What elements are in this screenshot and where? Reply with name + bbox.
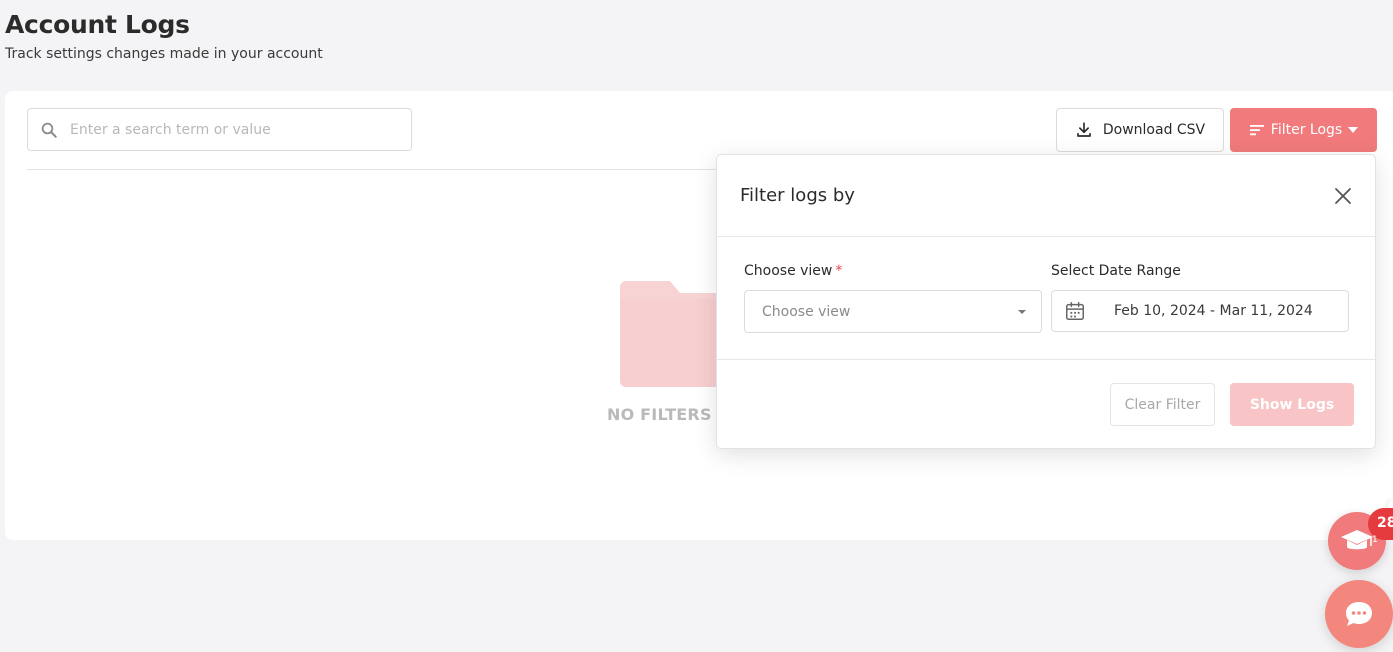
filter-logs-label: Filter Logs [1270, 122, 1343, 138]
chat-bubble-icon [1346, 602, 1372, 626]
show-logs-button[interactable]: Show Logs [1230, 383, 1354, 426]
filter-logs-button[interactable]: Filter Logs [1230, 108, 1377, 152]
notification-badge-sub: 1 [1372, 535, 1378, 545]
clear-filter-button[interactable]: Clear Filter [1110, 383, 1215, 426]
popover-divider [717, 236, 1375, 237]
filter-lines-icon [1249, 125, 1264, 136]
page-title: Account Logs [5, 10, 190, 39]
date-range-value: Feb 10, 2024 - Mar 11, 2024 [1114, 303, 1313, 319]
chat-widget-button[interactable] [1325, 580, 1393, 648]
search-box[interactable] [27, 108, 412, 151]
download-icon [1077, 122, 1091, 137]
popover-footer-divider [717, 359, 1375, 360]
date-range-label: Select Date Range [1051, 263, 1181, 279]
caret-down-icon [1348, 127, 1359, 133]
search-icon [41, 122, 57, 138]
calendar-icon [1066, 302, 1084, 320]
download-csv-button[interactable]: Download CSV [1056, 108, 1224, 152]
choose-view-placeholder: Choose view [762, 303, 851, 320]
empty-state-text: NO FILTERS S [607, 405, 730, 424]
choose-view-label-text: Choose view [744, 263, 833, 279]
required-mark: * [835, 263, 843, 279]
choose-view-label: Choose view * [744, 263, 842, 279]
search-input[interactable] [70, 121, 390, 138]
page-subtitle: Track settings changes made in your acco… [5, 46, 323, 62]
divider [27, 169, 727, 170]
download-csv-label: Download CSV [1102, 122, 1206, 138]
chevron-down-icon [1018, 309, 1026, 314]
date-range-picker[interactable]: Feb 10, 2024 - Mar 11, 2024 [1051, 290, 1349, 332]
empty-folder-icon [620, 281, 730, 387]
filter-popover: Filter logs by Choose view * Select Date … [716, 154, 1376, 449]
close-icon[interactable] [1333, 186, 1353, 206]
popover-title: Filter logs by [740, 185, 855, 206]
graduation-cap-icon [1341, 530, 1373, 550]
choose-view-select[interactable]: Choose view [744, 290, 1042, 333]
